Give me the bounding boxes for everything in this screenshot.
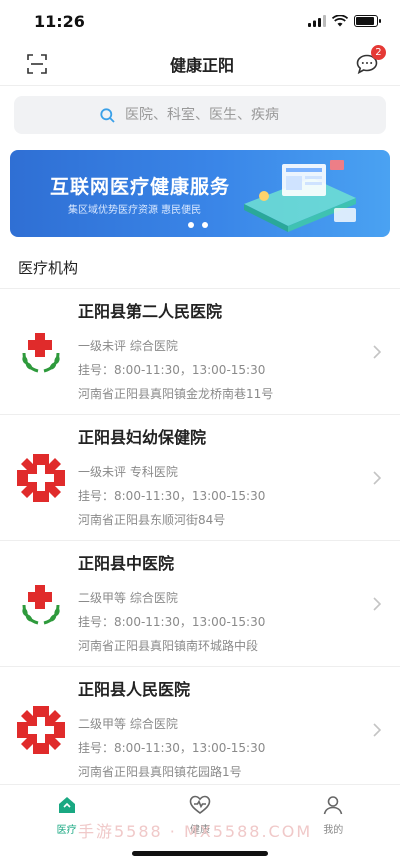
hospital-list-item[interactable]: 正阳县妇幼保健院 一级未评 专科医院 挂号：8:00-11:30，13:00-1… bbox=[0, 415, 400, 541]
tab-label: 我的 bbox=[323, 825, 344, 836]
wifi-icon bbox=[332, 15, 348, 27]
hospital-info: 正阳县人民医院 二级甲等 综合医院 挂号：8:00-11:30，13:00-15… bbox=[78, 676, 370, 784]
search-area bbox=[0, 86, 400, 134]
banner-illustration bbox=[244, 160, 356, 232]
hospital-list-item[interactable]: 正阳县人民医院 二级甲等 综合医院 挂号：8:00-11:30，13:00-15… bbox=[0, 667, 400, 793]
message-button[interactable]: 2 bbox=[354, 44, 386, 77]
status-time: 11:26 bbox=[34, 11, 85, 31]
hospital-name: 正阳县第二人民医院 bbox=[78, 301, 223, 321]
chevron-right-icon bbox=[370, 722, 384, 737]
page-title: 健康正阳 bbox=[169, 55, 234, 75]
heart-icon bbox=[189, 795, 211, 819]
message-badge: 2 bbox=[370, 44, 386, 60]
search-icon bbox=[100, 107, 115, 123]
hospital-info: 正阳县第二人民医院 一级未评 综合医院 挂号：8:00-11:30，13:00-… bbox=[78, 298, 370, 406]
hospital-name: 正阳县人民医院 bbox=[78, 679, 191, 699]
banner-title: 互联网医疗健康服务 bbox=[50, 176, 231, 198]
banner-subtitle: 集区域优势医疗资源 惠民便民 bbox=[68, 205, 202, 216]
scan-icon bbox=[27, 53, 47, 74]
hospital-name: 正阳县妇幼保健院 bbox=[78, 427, 207, 447]
hospital-level: 二级甲等 综合医院 bbox=[78, 590, 178, 605]
hospital-level: 一级未评 综合医院 bbox=[78, 338, 178, 353]
tab-label: 医疗 bbox=[56, 825, 77, 836]
hospital-logo-icon bbox=[14, 325, 68, 379]
battery-icon bbox=[354, 15, 381, 27]
search-bar[interactable] bbox=[14, 96, 386, 134]
banner-area: 互联网医疗健康服务 集区域优势医疗资源 惠民便民 bbox=[0, 134, 400, 237]
hospital-list: 正阳县第二人民医院 一级未评 综合医院 挂号：8:00-11:30，13:00-… bbox=[0, 289, 400, 793]
status-bar: 11:26 bbox=[0, 0, 400, 42]
hospital-level: 二级甲等 综合医院 bbox=[78, 716, 178, 731]
hospital-list-item[interactable]: 正阳县第二人民医院 一级未评 综合医院 挂号：8:00-11:30，13:00-… bbox=[0, 289, 400, 415]
chevron-right-icon bbox=[370, 596, 384, 611]
hospital-hours: 挂号：8:00-11:30，13:00-15:30 bbox=[78, 740, 266, 755]
hospital-info: 正阳县中医院 二级甲等 综合医院 挂号：8:00-11:30，13:00-15:… bbox=[78, 550, 370, 658]
search-input[interactable] bbox=[125, 107, 300, 123]
hospital-level: 一级未评 专科医院 bbox=[78, 464, 178, 479]
chevron-right-icon bbox=[370, 470, 384, 485]
signal-icon bbox=[308, 15, 326, 27]
hospital-list-item[interactable]: 正阳县中医院 二级甲等 综合医院 挂号：8:00-11:30，13:00-15:… bbox=[0, 541, 400, 667]
user-icon bbox=[323, 795, 343, 819]
nav-bar: 健康正阳 2 bbox=[0, 42, 400, 86]
hospital-address: 河南省正阳县东顺河街84号 bbox=[78, 512, 226, 527]
status-icons bbox=[308, 15, 381, 27]
hospital-name: 正阳县中医院 bbox=[78, 553, 175, 573]
banner-pager bbox=[188, 222, 208, 228]
hospital-hours: 挂号：8:00-11:30，13:00-15:30 bbox=[78, 614, 266, 629]
hospital-logo-icon bbox=[14, 703, 68, 757]
hospital-hours: 挂号：8:00-11:30，13:00-15:30 bbox=[78, 362, 266, 377]
hospital-address: 河南省正阳县真阳镇金龙桥南巷11号 bbox=[78, 386, 274, 401]
hospital-address: 河南省正阳县真阳镇花园路1号 bbox=[78, 764, 242, 779]
home-indicator bbox=[132, 851, 268, 856]
watermark: 手游5588 · MX5588.COM bbox=[78, 822, 313, 841]
section-title: 医疗机构 bbox=[0, 237, 400, 289]
hospital-logo-icon bbox=[14, 577, 68, 631]
hospital-info: 正阳县妇幼保健院 一级未评 专科医院 挂号：8:00-11:30，13:00-1… bbox=[78, 424, 370, 532]
hospital-logo-icon bbox=[14, 451, 68, 505]
promo-banner[interactable]: 互联网医疗健康服务 集区域优势医疗资源 惠民便民 bbox=[10, 150, 390, 237]
hospital-address: 河南省正阳县真阳镇南环城路中段 bbox=[78, 638, 259, 653]
hospital-hours: 挂号：8:00-11:30，13:00-15:30 bbox=[78, 488, 266, 503]
pager-dot[interactable] bbox=[188, 222, 194, 228]
pager-dot[interactable] bbox=[202, 222, 208, 228]
scan-button[interactable] bbox=[24, 51, 50, 77]
battery-level bbox=[356, 17, 374, 25]
home-icon bbox=[57, 795, 77, 819]
chevron-right-icon bbox=[370, 344, 384, 359]
